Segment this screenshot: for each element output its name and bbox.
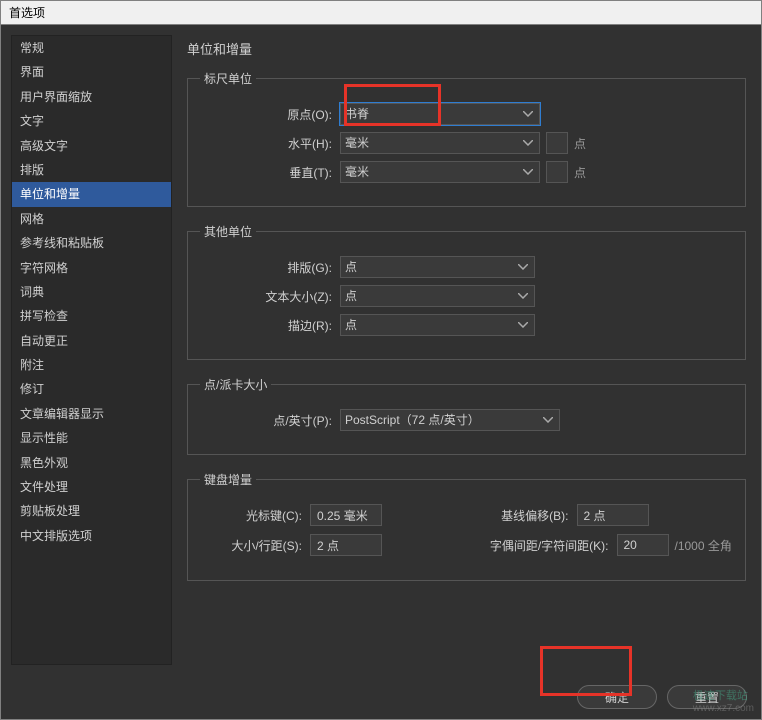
page-title: 单位和增量 xyxy=(187,39,746,58)
sidebar-item-14[interactable]: 修订 xyxy=(12,377,171,401)
sidebar-item-6[interactable]: 单位和增量 xyxy=(12,182,171,206)
baseline-shift-label: 基线偏移(B): xyxy=(467,507,577,524)
vertical-select[interactable]: 毫米 xyxy=(340,161,540,183)
stroke-label: 描边(R): xyxy=(200,317,340,334)
origin-select[interactable]: 书脊 xyxy=(340,103,540,125)
keyboard-increments-group: 键盘增量 光标键(C): 基线偏移(B): 大小/行距(S): xyxy=(187,471,746,581)
footer: 确定 重置 xyxy=(1,675,761,719)
sidebar-item-17[interactable]: 黑色外观 xyxy=(12,451,171,475)
sidebar-item-0[interactable]: 常规 xyxy=(12,36,171,60)
size-leading-input[interactable] xyxy=(310,534,382,556)
ok-button[interactable]: 确定 xyxy=(577,685,657,709)
kerning-input[interactable] xyxy=(617,534,669,556)
sidebar-item-16[interactable]: 显示性能 xyxy=(12,426,171,450)
watermark: 极速下载站 www.xz7.com xyxy=(693,687,754,714)
horizontal-points-input[interactable] xyxy=(546,132,568,154)
horizontal-label: 水平(H): xyxy=(200,135,340,152)
keyboard-increments-legend: 键盘增量 xyxy=(200,471,256,488)
point-inch-label: 点/英寸(P): xyxy=(200,412,340,429)
sidebar-item-12[interactable]: 自动更正 xyxy=(12,329,171,353)
textsize-label: 文本大小(Z): xyxy=(200,288,340,305)
sidebar-item-3[interactable]: 文字 xyxy=(12,109,171,133)
kerning-suffix: /1000 全角 xyxy=(675,537,732,554)
sidebar-item-1[interactable]: 界面 xyxy=(12,60,171,84)
other-units-legend: 其他单位 xyxy=(200,223,256,240)
ruler-units-group: 标尺单位 原点(O): 书脊 水平(H): 毫米 点 垂直(T): xyxy=(187,70,746,207)
main-panel: 单位和增量 标尺单位 原点(O): 书脊 水平(H): 毫米 点 xyxy=(182,35,751,665)
size-leading-label: 大小/行距(S): xyxy=(200,537,310,554)
sidebar-item-4[interactable]: 高级文字 xyxy=(12,134,171,158)
vertical-suffix: 点 xyxy=(574,164,586,181)
window-title: 首选项 xyxy=(1,1,761,25)
sidebar-item-19[interactable]: 剪贴板处理 xyxy=(12,499,171,523)
other-units-group: 其他单位 排版(G): 点 文本大小(Z): 点 描边(R): 点 xyxy=(187,223,746,360)
point-inch-select[interactable]: PostScript（72 点/英寸） xyxy=(340,409,560,431)
preferences-window: 首选项 常规界面用户界面缩放文字高级文字排版单位和增量网格参考线和粘贴板字符网格… xyxy=(0,0,762,720)
ruler-units-legend: 标尺单位 xyxy=(200,70,256,87)
sidebar: 常规界面用户界面缩放文字高级文字排版单位和增量网格参考线和粘贴板字符网格词典拼写… xyxy=(11,35,172,665)
vertical-points-input[interactable] xyxy=(546,161,568,183)
vertical-label: 垂直(T): xyxy=(200,164,340,181)
sidebar-item-8[interactable]: 参考线和粘贴板 xyxy=(12,231,171,255)
sidebar-item-2[interactable]: 用户界面缩放 xyxy=(12,85,171,109)
typesetting-label: 排版(G): xyxy=(200,259,340,276)
sidebar-item-7[interactable]: 网格 xyxy=(12,207,171,231)
point-pica-legend: 点/派卡大小 xyxy=(200,376,271,393)
sidebar-item-20[interactable]: 中文排版选项 xyxy=(12,524,171,548)
sidebar-item-9[interactable]: 字符网格 xyxy=(12,256,171,280)
sidebar-item-11[interactable]: 拼写检查 xyxy=(12,304,171,328)
origin-label: 原点(O): xyxy=(200,106,340,123)
typesetting-select[interactable]: 点 xyxy=(340,256,535,278)
baseline-shift-input[interactable] xyxy=(577,504,649,526)
point-pica-group: 点/派卡大小 点/英寸(P): PostScript（72 点/英寸） xyxy=(187,376,746,455)
horizontal-select[interactable]: 毫米 xyxy=(340,132,540,154)
sidebar-item-13[interactable]: 附注 xyxy=(12,353,171,377)
kerning-label: 字偶间距/字符间距(K): xyxy=(467,537,617,554)
sidebar-item-5[interactable]: 排版 xyxy=(12,158,171,182)
stroke-select[interactable]: 点 xyxy=(340,314,535,336)
cursor-key-label: 光标键(C): xyxy=(200,507,310,524)
horizontal-suffix: 点 xyxy=(574,135,586,152)
sidebar-item-18[interactable]: 文件处理 xyxy=(12,475,171,499)
textsize-select[interactable]: 点 xyxy=(340,285,535,307)
cursor-key-input[interactable] xyxy=(310,504,382,526)
sidebar-item-10[interactable]: 词典 xyxy=(12,280,171,304)
sidebar-item-15[interactable]: 文章编辑器显示 xyxy=(12,402,171,426)
content-area: 常规界面用户界面缩放文字高级文字排版单位和增量网格参考线和粘贴板字符网格词典拼写… xyxy=(1,25,761,675)
